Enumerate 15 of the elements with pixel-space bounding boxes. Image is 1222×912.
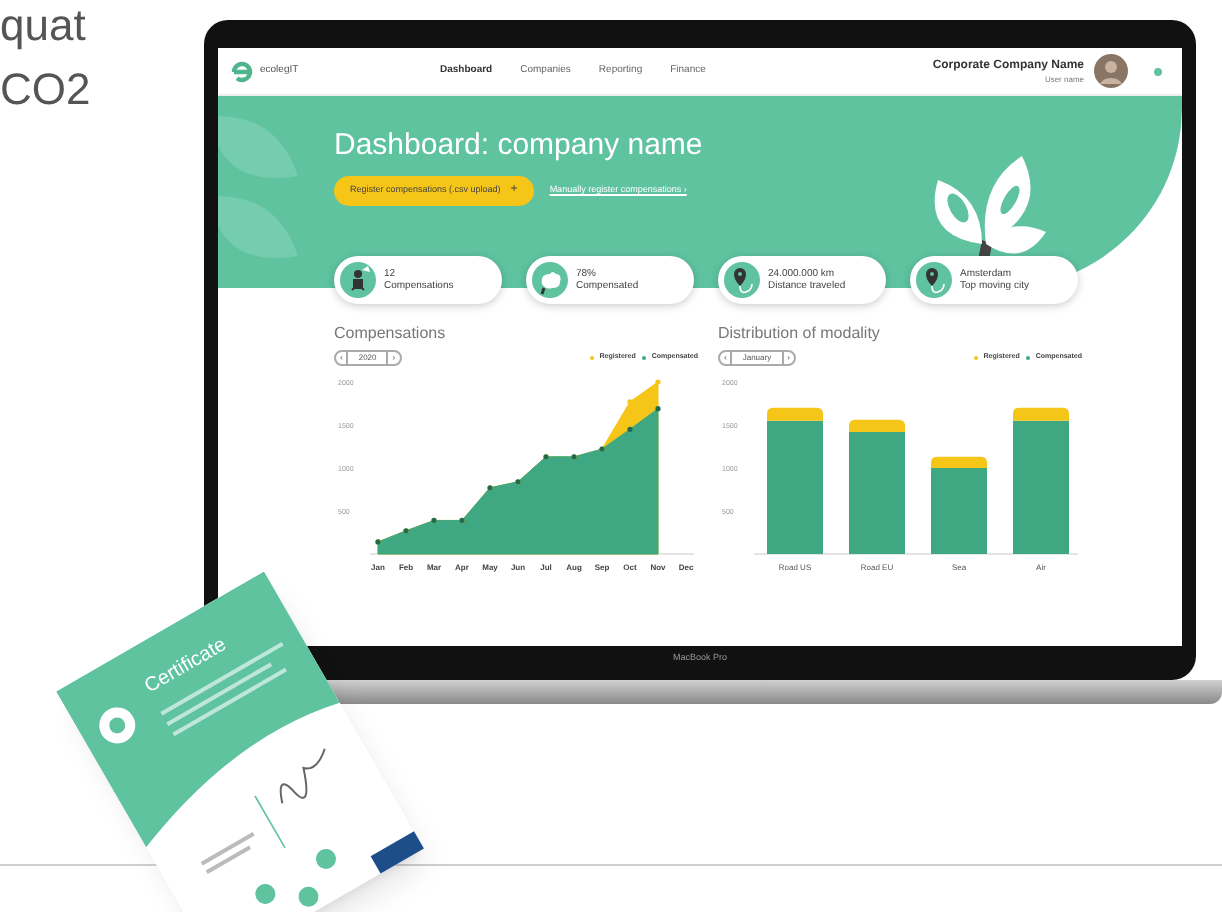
logo-icon	[230, 59, 254, 83]
page-title: Dashboard: company name	[334, 128, 705, 164]
map-pin-icon	[916, 262, 952, 298]
data-point	[627, 426, 633, 432]
chart-title: Compensations	[334, 324, 448, 344]
avatar-icon[interactable]	[1094, 54, 1128, 88]
data-point	[627, 399, 633, 405]
body-text: CO2	[0, 64, 91, 116]
body-text: quat	[0, 0, 88, 52]
cloud-icon	[532, 262, 568, 298]
chart-title: Distribution of modality	[718, 324, 882, 344]
person-icon	[340, 262, 376, 298]
data-point	[655, 406, 661, 412]
route-pin-icon	[724, 262, 760, 298]
status-dot-icon	[1154, 67, 1162, 75]
